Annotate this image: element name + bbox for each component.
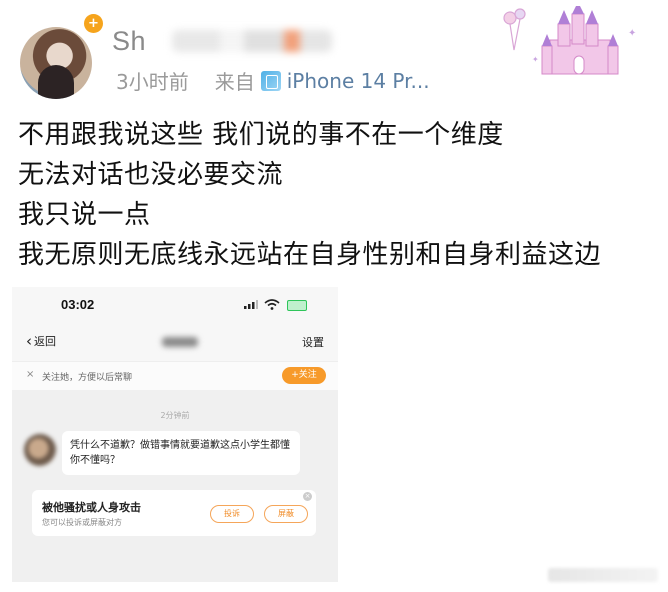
post-line: 不用跟我说这些 我们说的事不在一个维度: [18, 120, 504, 150]
status-bar: 03:02: [12, 287, 338, 321]
post-content: 不用跟我说这些 我们说的事不在一个维度 无法对话也没必要交流 我只说一点 我无原…: [18, 115, 601, 275]
status-time: 03:02: [61, 297, 95, 312]
device-name[interactable]: iPhone 14 Pr...: [287, 69, 430, 93]
back-button[interactable]: ‹ 返回: [26, 333, 56, 349]
message-bubble[interactable]: 凭什么不道歉？做错事情就要道歉这点小学生都懂你不懂吗？: [62, 431, 300, 475]
report-button[interactable]: 投诉: [210, 505, 254, 523]
harassment-warning-card: × 被他骚扰或人身攻击 您可以投诉或屏蔽对方 投诉 屏蔽: [32, 490, 316, 536]
signal-icon: [244, 300, 258, 309]
verified-badge-icon: +: [84, 14, 103, 33]
source-label: 来自: [214, 70, 255, 94]
message-timestamp: 2分钟前: [160, 411, 190, 420]
sender-avatar[interactable]: [24, 434, 56, 466]
svg-text:✦: ✦: [628, 28, 636, 39]
wifi-icon: [264, 299, 280, 310]
chat-navbar: ‹ 返回 设置: [12, 321, 338, 361]
settings-button[interactable]: 设置: [302, 334, 324, 350]
post-time: 3小时前: [116, 70, 189, 94]
warning-title: 被他骚扰或人身攻击: [42, 501, 141, 514]
post-line: 我只说一点: [18, 200, 151, 230]
close-icon[interactable]: ×: [303, 492, 312, 501]
watermark-blurred: [548, 568, 658, 582]
post-line: 无法对话也没必要交流: [18, 160, 284, 190]
chat-area: 2分钟前 凭什么不道歉？做错事情就要道歉这点小学生都懂你不懂吗？ × 被他骚扰或…: [12, 390, 338, 582]
post-line: 我无原则无底线永远站在自身性别和自身利益这边: [18, 240, 602, 270]
back-label: 返回: [34, 335, 56, 348]
castle-decoration-icon: ✦ ✦: [503, 6, 636, 75]
svg-text:✦: ✦: [532, 55, 539, 64]
warning-subtitle: 您可以投诉或屏蔽对方: [42, 518, 122, 527]
phone-icon: [260, 70, 281, 91]
weibo-post: + Sh 3小时前 来自 iPhone 14 Pr... ✦ ✦ 不用跟我说这些…: [0, 0, 668, 592]
user-name-blur: [172, 30, 332, 52]
post-meta: 3小时前 来自 iPhone 14 Pr...: [116, 66, 430, 95]
embedded-chat-screenshot[interactable]: 03:02 ‹ 返回 设置 × 关注她，方便以后常聊 +关注 2分钟前 凭什么不…: [12, 287, 338, 582]
chat-title-blurred: [162, 337, 198, 347]
battery-icon: [287, 300, 307, 311]
follow-tip: 关注她，方便以后常聊: [42, 373, 133, 383]
chevron-left-icon: ‹: [26, 331, 32, 350]
user-name[interactable]: Sh: [112, 26, 146, 57]
close-icon[interactable]: ×: [26, 369, 34, 380]
follow-button[interactable]: +关注: [282, 367, 326, 384]
avatar[interactable]: [20, 27, 92, 99]
block-button[interactable]: 屏蔽: [264, 505, 308, 523]
follow-bar: × 关注她，方便以后常聊 +关注: [12, 361, 338, 391]
